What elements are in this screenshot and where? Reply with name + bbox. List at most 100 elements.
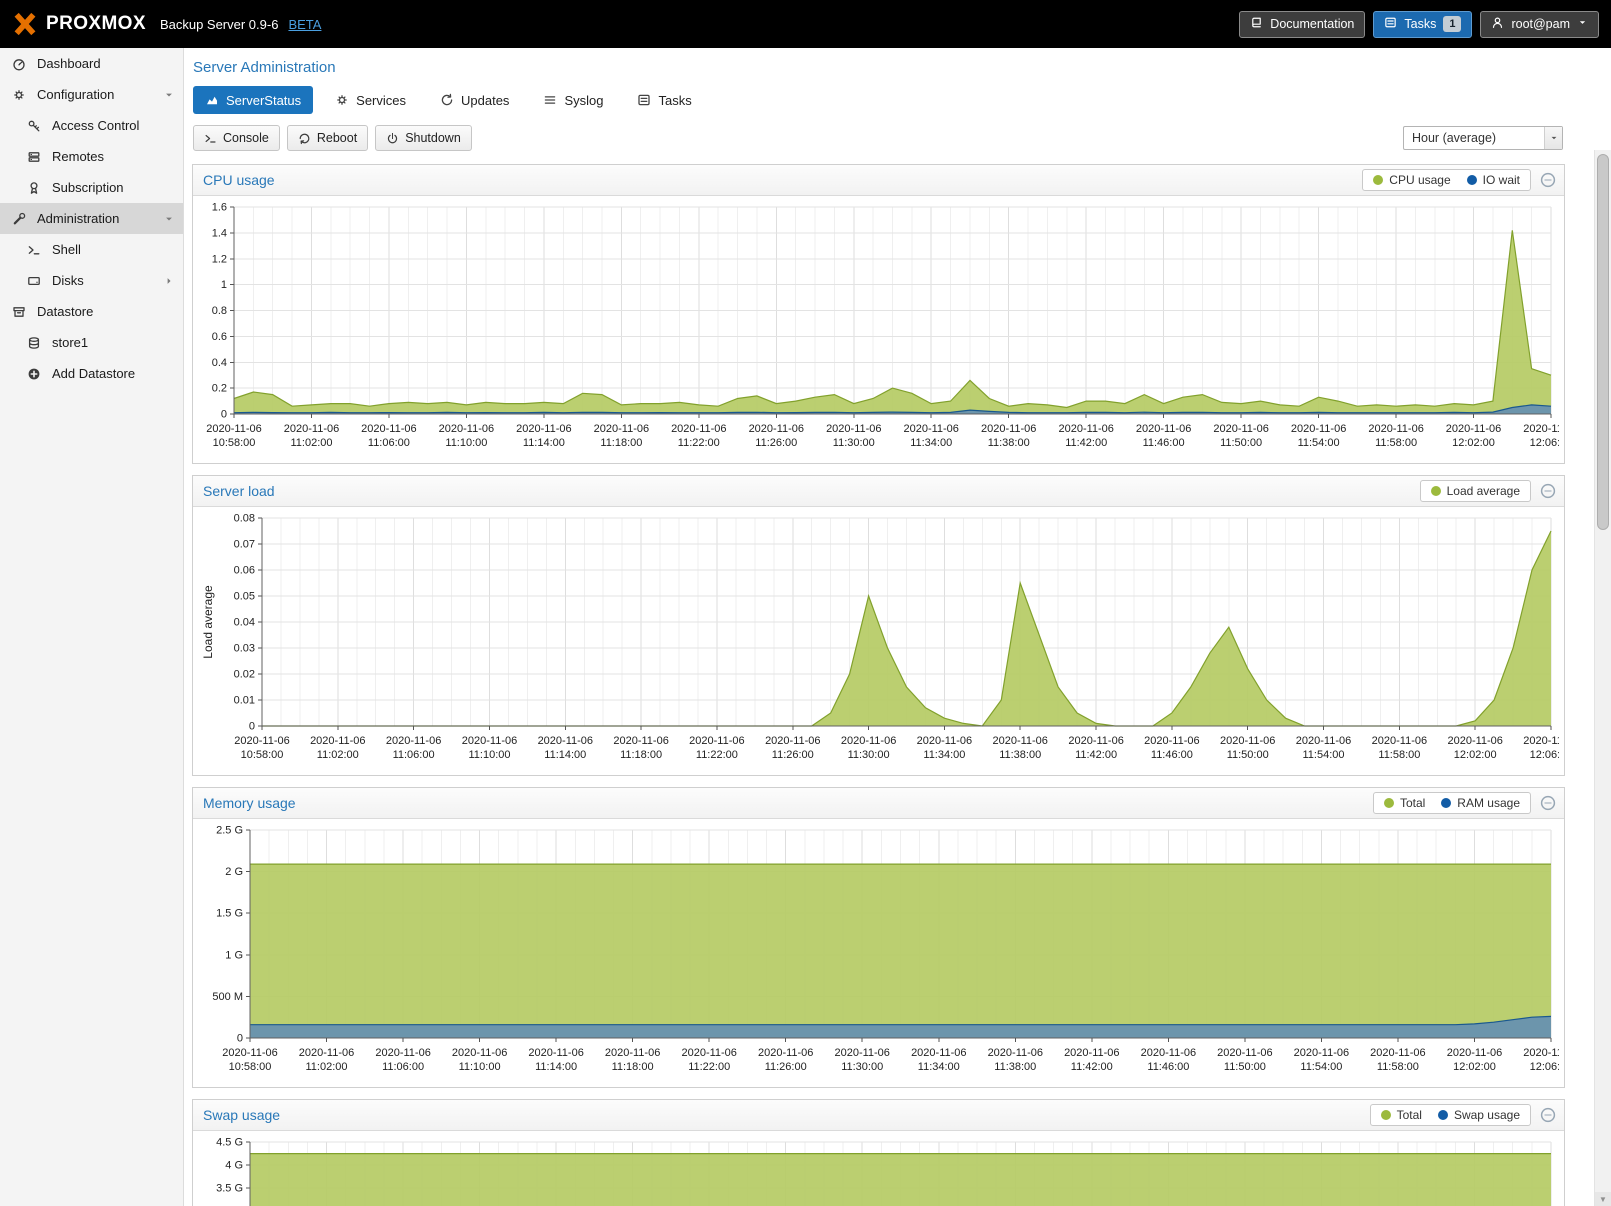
chart-legend: TotalSwap usage bbox=[1370, 1104, 1531, 1126]
sidebar-item-dashboard[interactable]: Dashboard bbox=[0, 48, 183, 79]
scrollbar-thumb[interactable] bbox=[1597, 154, 1609, 530]
beta-link[interactable]: BETA bbox=[288, 17, 321, 32]
sidebar-item-label: Access Control bbox=[52, 118, 139, 133]
sidebar-item-add-datastore[interactable]: Add Datastore bbox=[0, 358, 183, 389]
svg-text:4 G: 4 G bbox=[225, 1160, 243, 1172]
list-alt-icon bbox=[637, 93, 651, 107]
svg-text:0.6: 0.6 bbox=[212, 331, 227, 343]
svg-text:2020-11-06: 2020-11-06 bbox=[375, 1047, 430, 1059]
svg-text:1: 1 bbox=[221, 279, 227, 291]
scrollbar-down-arrow[interactable]: ▼ bbox=[1595, 1192, 1611, 1206]
svg-text:2020-11-06: 2020-11-06 bbox=[1294, 1047, 1349, 1059]
shutdown-button[interactable]: Shutdown bbox=[375, 125, 472, 151]
svg-text:2020-11-06: 2020-11-06 bbox=[1296, 735, 1351, 747]
proxmox-x-icon bbox=[12, 11, 38, 37]
svg-text:0: 0 bbox=[249, 721, 255, 733]
page-title: Server Administration bbox=[185, 48, 1611, 76]
tab-label: Updates bbox=[461, 93, 509, 108]
console-button[interactable]: Console bbox=[193, 125, 280, 151]
svg-text:11:34:00: 11:34:00 bbox=[923, 749, 965, 761]
svg-text:11:22:00: 11:22:00 bbox=[678, 437, 720, 449]
svg-text:2020-11-06: 2020-11-06 bbox=[1291, 423, 1346, 435]
svg-text:11:02:00: 11:02:00 bbox=[317, 749, 359, 761]
svg-text:0: 0 bbox=[221, 409, 227, 421]
svg-text:2020-11-06: 2020-11-06 bbox=[1523, 735, 1559, 747]
chart-body: 0500 M1 G1.5 G2 G2.5 G2020-11-0610:58:00… bbox=[193, 819, 1564, 1087]
svg-text:2 G: 2 G bbox=[225, 866, 243, 878]
collapse-icon[interactable] bbox=[1540, 1107, 1556, 1123]
button-label: Console bbox=[223, 131, 269, 145]
svg-text:11:18:00: 11:18:00 bbox=[612, 1061, 654, 1073]
svg-text:2020-11-06: 2020-11-06 bbox=[689, 735, 744, 747]
svg-text:2020-11-06: 2020-11-06 bbox=[1372, 735, 1427, 747]
legend-dot bbox=[1384, 798, 1394, 808]
sidebar-item-access-control[interactable]: Access Control bbox=[0, 110, 183, 141]
documentation-button[interactable]: Documentation bbox=[1239, 11, 1365, 38]
tab-serverstatus[interactable]: ServerStatus bbox=[193, 86, 313, 114]
top-bar: PROXMOX Backup Server 0.9-6 BETA Documen… bbox=[0, 0, 1611, 48]
svg-text:11:26:00: 11:26:00 bbox=[765, 1061, 807, 1073]
sidebar-item-datastore[interactable]: Datastore bbox=[0, 296, 183, 327]
sidebar-item-store1[interactable]: store1 bbox=[0, 327, 183, 358]
chevron-down-icon bbox=[1577, 17, 1588, 31]
scrollbar[interactable]: ▼ bbox=[1594, 150, 1611, 1206]
chart-cpu: 00.20.40.60.811.21.41.62020-11-0610:58:0… bbox=[198, 199, 1559, 456]
svg-text:2020-11-06: 2020-11-06 bbox=[826, 423, 881, 435]
sidebar-item-configuration[interactable]: Configuration bbox=[0, 79, 183, 110]
sidebar-item-label: Configuration bbox=[37, 87, 114, 102]
svg-text:2020-11-06: 2020-11-06 bbox=[681, 1047, 736, 1059]
tab-tasks[interactable]: Tasks bbox=[625, 86, 703, 114]
wrench-icon bbox=[12, 212, 28, 226]
sidebar-item-subscription[interactable]: Subscription bbox=[0, 172, 183, 203]
svg-text:2020-11-06: 2020-11-06 bbox=[988, 1047, 1043, 1059]
svg-text:2020-11-06: 2020-11-06 bbox=[671, 423, 726, 435]
reboot-button[interactable]: Reboot bbox=[287, 125, 368, 151]
svg-text:0.02: 0.02 bbox=[234, 669, 255, 681]
svg-text:11:46:00: 11:46:00 bbox=[1147, 1061, 1189, 1073]
sidebar-item-disks[interactable]: Disks bbox=[0, 265, 183, 296]
tasks-button[interactable]: Tasks 1 bbox=[1373, 11, 1472, 38]
svg-text:2020-11-06: 2020-11-06 bbox=[452, 1047, 507, 1059]
panel-title: Memory usage bbox=[203, 795, 296, 811]
tab-services[interactable]: Services bbox=[323, 86, 418, 114]
svg-text:2020-11-06: 2020-11-06 bbox=[1136, 423, 1191, 435]
svg-text:12:06:00: 12:06:00 bbox=[1530, 1061, 1559, 1073]
power-icon bbox=[386, 132, 399, 145]
svg-text:2020-11-06: 2020-11-06 bbox=[911, 1047, 966, 1059]
tab-syslog[interactable]: Syslog bbox=[531, 86, 615, 114]
svg-text:0.01: 0.01 bbox=[234, 695, 255, 707]
sidebar-item-administration[interactable]: Administration bbox=[0, 203, 183, 234]
svg-text:11:54:00: 11:54:00 bbox=[1298, 437, 1340, 449]
collapse-icon[interactable] bbox=[1540, 172, 1556, 188]
svg-text:2020-11-06: 2020-11-06 bbox=[1064, 1047, 1119, 1059]
svg-text:0.4: 0.4 bbox=[212, 357, 227, 369]
sidebar-item-remotes[interactable]: Remotes bbox=[0, 141, 183, 172]
svg-text:11:50:00: 11:50:00 bbox=[1227, 749, 1269, 761]
svg-text:500 M: 500 M bbox=[212, 991, 243, 1003]
svg-text:12:02:00: 12:02:00 bbox=[1452, 437, 1495, 449]
top-bar-right: Documentation Tasks 1 root@pam bbox=[1239, 11, 1599, 38]
toolbar-buttons: Console Reboot Shutdown bbox=[193, 125, 472, 151]
tab-label: Syslog bbox=[564, 93, 603, 108]
tab-updates[interactable]: Updates bbox=[428, 86, 521, 114]
svg-text:1.2: 1.2 bbox=[212, 253, 227, 265]
collapse-icon[interactable] bbox=[1540, 795, 1556, 811]
svg-text:11:14:00: 11:14:00 bbox=[535, 1061, 577, 1073]
svg-text:11:18:00: 11:18:00 bbox=[620, 749, 662, 761]
svg-text:11:30:00: 11:30:00 bbox=[841, 1061, 883, 1073]
button-label: Shutdown bbox=[405, 131, 461, 145]
svg-text:4.5 G: 4.5 G bbox=[216, 1137, 243, 1149]
svg-text:1.6: 1.6 bbox=[212, 202, 227, 214]
svg-text:10:58:00: 10:58:00 bbox=[229, 1061, 272, 1073]
proxmox-logo: PROXMOX bbox=[12, 11, 146, 37]
svg-text:11:26:00: 11:26:00 bbox=[755, 437, 797, 449]
timeframe-select[interactable]: Hour (average) bbox=[1403, 126, 1563, 150]
svg-text:3.5 G: 3.5 G bbox=[216, 1183, 243, 1195]
user-menu-button[interactable]: root@pam bbox=[1480, 11, 1599, 38]
sidebar-item-shell[interactable]: Shell bbox=[0, 234, 183, 265]
chart-body: 0500 M1 G1.5 G2 G2.5 G3 G3.5 G4 G4.5 G20… bbox=[193, 1131, 1564, 1206]
svg-text:11:54:00: 11:54:00 bbox=[1302, 749, 1344, 761]
caret-down-icon bbox=[163, 213, 175, 225]
svg-text:12:06:00: 12:06:00 bbox=[1530, 749, 1559, 761]
collapse-icon[interactable] bbox=[1540, 483, 1556, 499]
